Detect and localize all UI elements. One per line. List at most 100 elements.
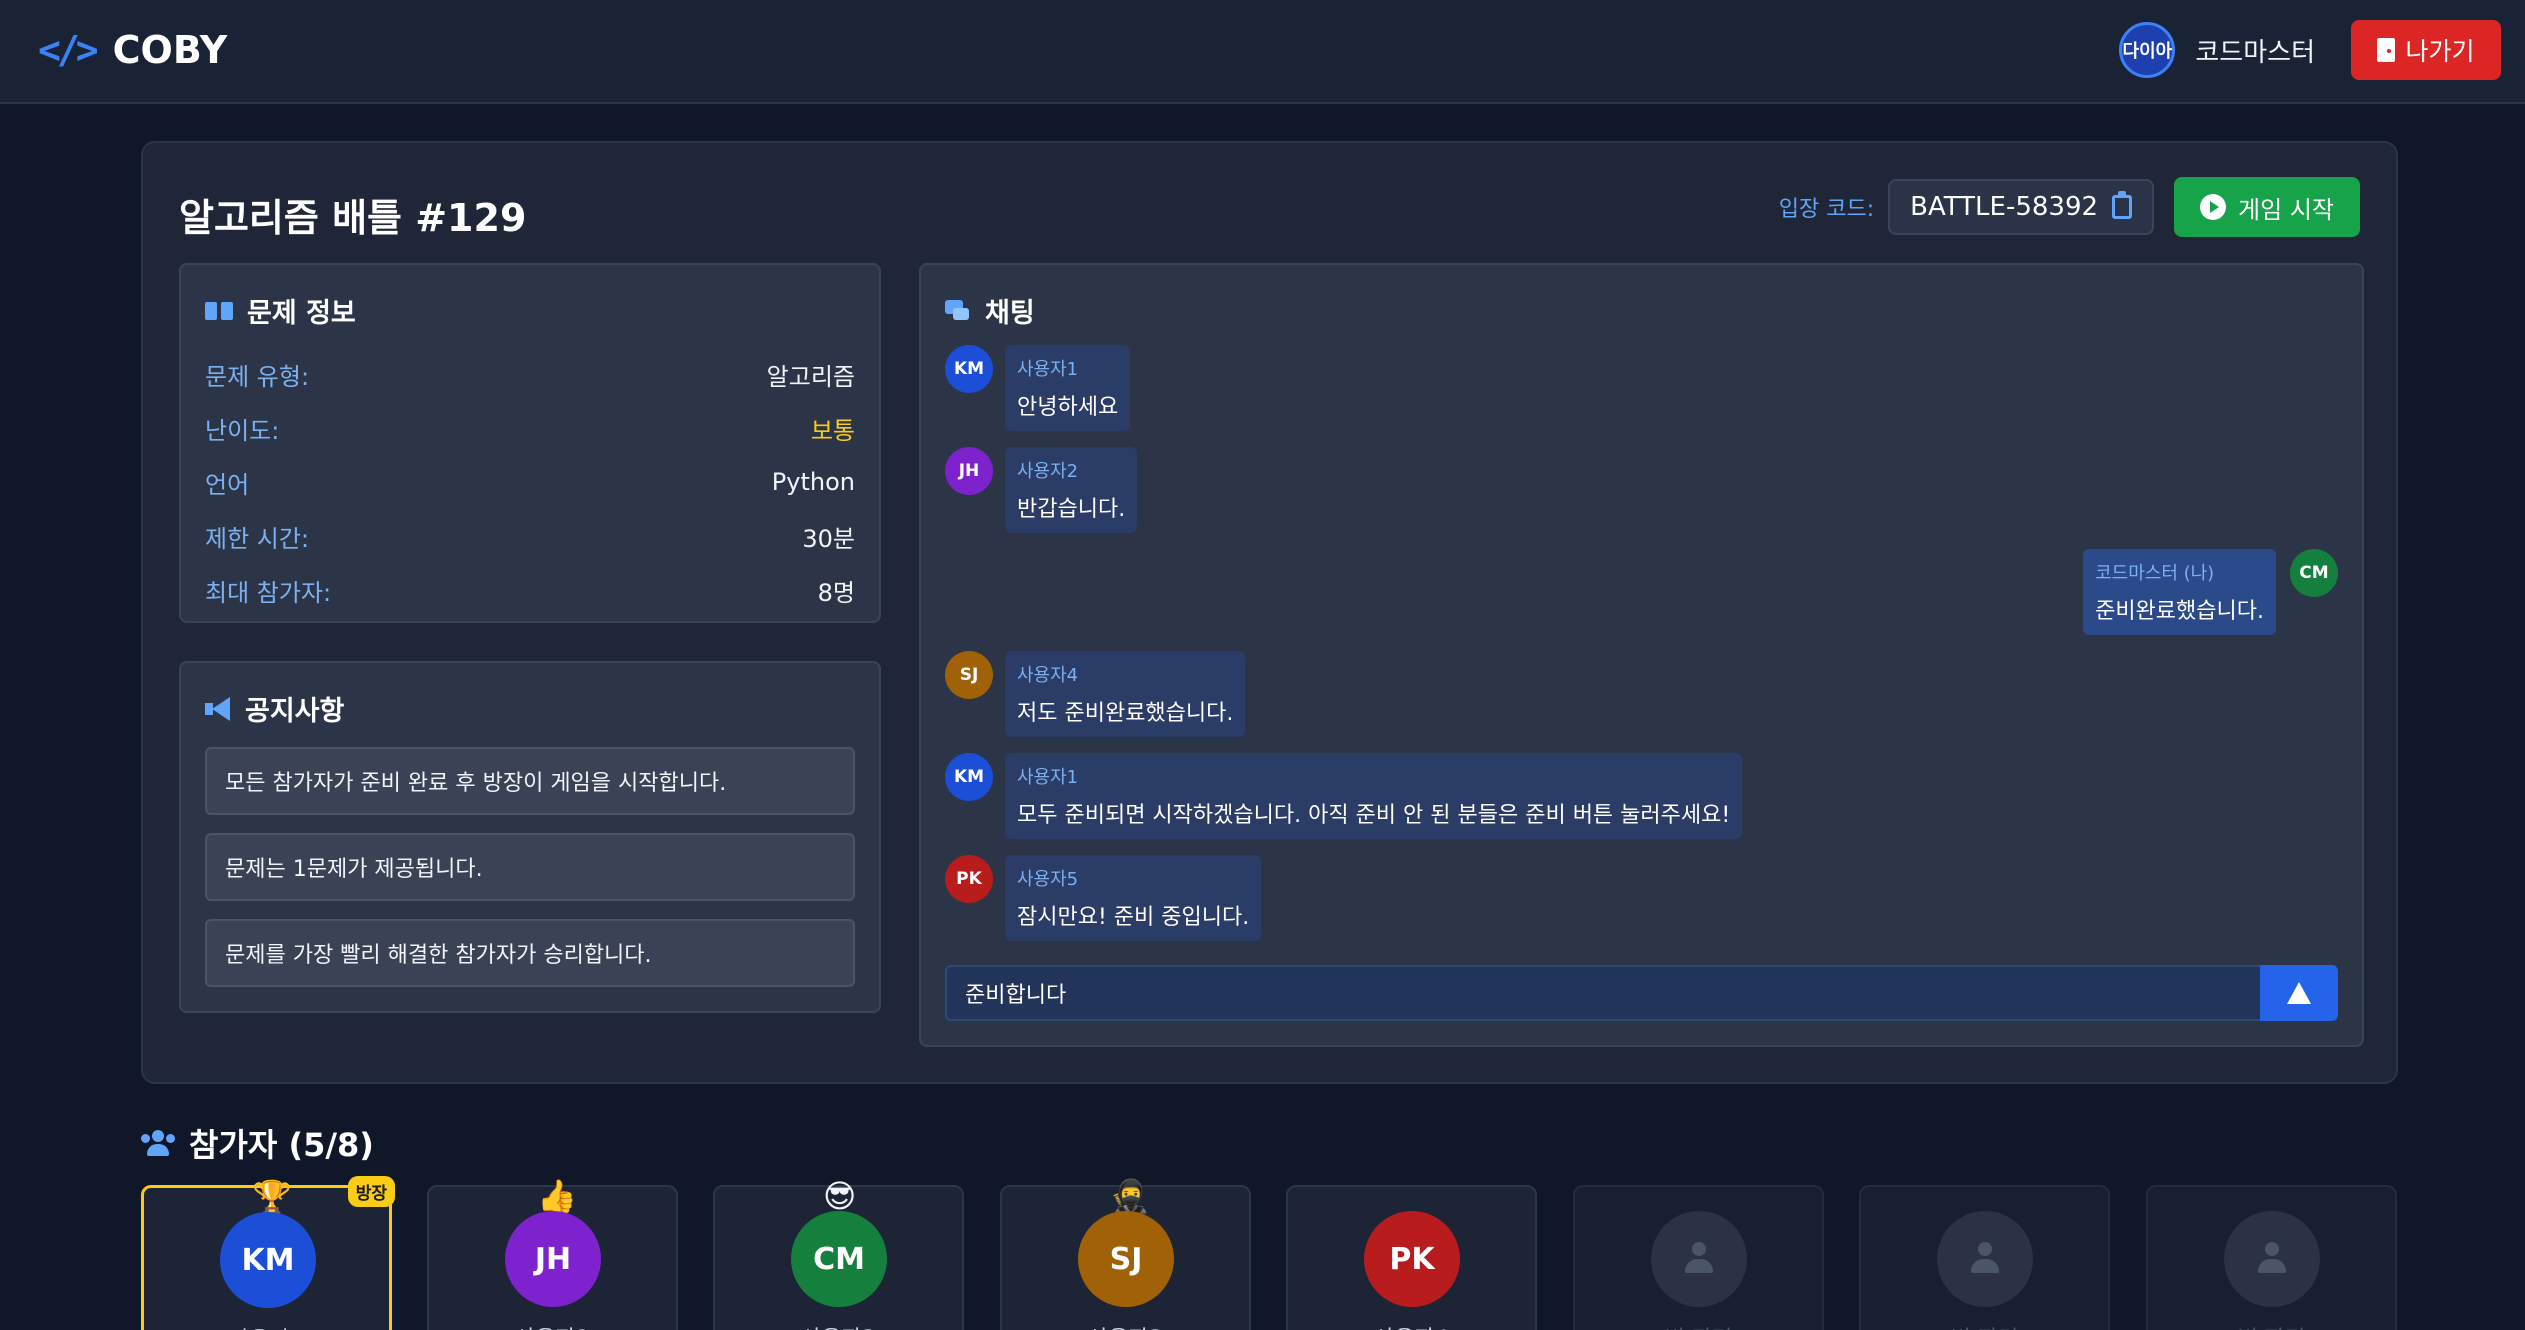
participant-avatar: SJ: [1078, 1211, 1174, 1307]
trophy-icon: 🏆: [252, 1178, 292, 1216]
info-value: 30분: [802, 524, 855, 553]
users-icon: [141, 1130, 175, 1156]
notice-list: 모든 참가자가 준비 완료 후 방장이 게임을 시작합니다. 문제는 1문제가 …: [205, 747, 855, 1005]
participant-card[interactable]: PK 사용자4: [1286, 1185, 1537, 1330]
message-text: 저도 준비완료했습니다.: [1017, 701, 1234, 726]
message-bubble: 사용자1 안녕하세요: [1005, 345, 1131, 431]
message-text: 잠시만요! 준비 중입니다.: [1017, 905, 1250, 930]
message-text: 반갑습니다.: [1017, 497, 1126, 522]
message-sender: 사용자1: [1017, 767, 1079, 788]
exit-icon: [2377, 38, 2396, 62]
chat-icon: [945, 299, 971, 322]
room-code-value: BATTLE-58392: [1910, 192, 2099, 222]
message-sender: 사용자5: [1017, 869, 1079, 890]
message-bubble: 사용자4 저도 준비완료했습니다.: [1005, 651, 1246, 737]
empty-slot-card: 빈 자리: [2146, 1185, 2397, 1330]
top-navbar: </> COBY 다이아 코드마스터 나가기: [0, 0, 2525, 104]
problem-info-heading: 문제 정보: [247, 298, 356, 329]
room-title: 알고리즘 배틀 #129: [179, 196, 527, 240]
start-game-label: 게임 시작: [2238, 195, 2334, 224]
chat-message: JH 사용자2 반갑습니다.: [945, 447, 1138, 533]
notice-title: 공지사항: [205, 689, 344, 728]
info-row-time-limit: 제한 시간: 30분: [205, 509, 855, 563]
message-avatar: KM: [945, 345, 993, 393]
ninja-icon: 🥷: [1110, 1177, 1150, 1215]
info-label: 난이도:: [205, 416, 280, 445]
message-avatar: CM: [2290, 549, 2338, 597]
info-label: 언어: [205, 470, 250, 499]
host-badge: 방장: [347, 1176, 395, 1207]
notice-card: 공지사항 모든 참가자가 준비 완료 후 방장이 게임을 시작합니다. 문제는 …: [179, 661, 881, 1013]
chat-message: PK 사용자5 잠시만요! 준비 중입니다.: [945, 855, 1262, 941]
room-code-label: 입장 코드:: [1778, 197, 1875, 222]
person-icon: [1682, 1242, 1716, 1276]
participant-name: 사용자4: [1288, 1321, 1535, 1330]
chat-message: KM 사용자1 모두 준비되면 시작하겠습니다. 아직 준비 안 된 분들은 준…: [945, 753, 1743, 839]
logo[interactable]: </> COBY: [38, 28, 227, 72]
message-text: 안녕하세요: [1017, 395, 1119, 420]
participants-title: 참가자 (5/8): [141, 1120, 374, 1166]
room-panel: 알고리즘 배틀 #129 입장 코드: BATTLE-58392 게임 시작 문…: [141, 141, 2398, 1084]
empty-avatar: [2224, 1211, 2320, 1307]
chat-input-area: [945, 965, 2338, 1021]
logo-text: COBY: [112, 28, 228, 72]
problem-info-card: 문제 정보 문제 유형: 알고리즘 난이도: 보통 언어 Python 제한 시…: [179, 263, 881, 623]
info-label: 제한 시간:: [205, 524, 310, 553]
copy-icon[interactable]: [2112, 191, 2133, 219]
notice-heading: 공지사항: [245, 696, 345, 727]
participant-avatar: PK: [1364, 1211, 1460, 1307]
info-label: 최대 참가자:: [205, 578, 332, 607]
info-row-type: 문제 유형: 알고리즘: [205, 347, 855, 401]
send-button[interactable]: [2260, 965, 2338, 1021]
message-text: 모두 준비되면 시작하겠습니다. 아직 준비 안 된 분들은 준비 버튼 눌러주…: [1017, 803, 1731, 828]
participant-card[interactable]: 👍 JH 사용자2: [427, 1177, 678, 1330]
chat-card: 채팅 KM 사용자1 안녕하세요 JH 사용자2 반갑습니다. CM 코드마스터…: [919, 263, 2364, 1047]
info-row-max-players: 최대 참가자: 8명: [205, 563, 855, 617]
message-bubble: 사용자2 반갑습니다.: [1005, 447, 1138, 533]
participant-avatar: CM: [791, 1211, 887, 1307]
sunglasses-icon: 😎: [823, 1177, 857, 1215]
send-icon: [2287, 982, 2311, 1004]
notice-item: 문제는 1문제가 제공됩니다.: [205, 833, 855, 901]
info-value: 알고리즘: [766, 362, 855, 391]
message-avatar: PK: [945, 855, 993, 903]
message-sender: 사용자2: [1017, 461, 1079, 482]
info-label: 문제 유형:: [205, 362, 310, 391]
chat-input[interactable]: [945, 965, 2260, 1021]
message-avatar: JH: [945, 447, 993, 495]
info-value: Python: [771, 468, 855, 496]
participant-name: 사용자3: [1002, 1321, 1249, 1330]
message-avatar: KM: [945, 753, 993, 801]
participant-name: 사용자2: [429, 1321, 676, 1330]
participant-name: 사용자1: [144, 1322, 389, 1330]
problem-info-rows: 문제 유형: 알고리즘 난이도: 보통 언어 Python 제한 시간: 30분…: [205, 347, 855, 617]
message-sender: 코드마스터 (나): [2095, 563, 2215, 584]
participants-heading: 참가자 (5/8): [189, 1126, 374, 1164]
exit-button[interactable]: 나가기: [2351, 20, 2501, 80]
start-game-button[interactable]: 게임 시작: [2174, 177, 2360, 237]
problem-info-title: 문제 정보: [205, 291, 356, 330]
chat-message: KM 사용자1 안녕하세요: [945, 345, 1131, 431]
message-bubble: 코드마스터 (나) 준비완료했습니다.: [2083, 549, 2276, 635]
participant-card[interactable]: 😎 CM 사용자3: [713, 1177, 964, 1330]
message-bubble: 사용자1 모두 준비되면 시작하겠습니다. 아직 준비 안 된 분들은 준비 버…: [1005, 753, 1743, 839]
exit-button-label: 나가기: [2405, 37, 2475, 66]
chat-message-mine: CM 코드마스터 (나) 준비완료했습니다.: [2083, 549, 2338, 635]
message-text: 준비완료했습니다.: [2095, 599, 2264, 624]
participant-card[interactable]: 🥷 SJ 사용자3: [1000, 1177, 1251, 1330]
megaphone-icon: [205, 696, 231, 721]
play-icon: [2200, 194, 2227, 220]
user-avatar[interactable]: 다이아: [2119, 22, 2176, 78]
empty-slot-card: 빈 자리: [1573, 1185, 1824, 1330]
empty-slot-label: 빈 자리: [1575, 1321, 1822, 1330]
participant-avatar: KM: [220, 1212, 316, 1308]
room-code-area: 입장 코드: BATTLE-58392 게임 시작: [1779, 177, 2360, 237]
empty-slot-card: 빈 자리: [1859, 1185, 2110, 1330]
room-code-box[interactable]: BATTLE-58392: [1888, 179, 2155, 235]
person-icon: [2255, 1242, 2289, 1276]
code-icon: </>: [38, 28, 99, 72]
participant-card[interactable]: 🏆 방장 KM 사용자1: [141, 1176, 395, 1330]
empty-avatar: [1651, 1211, 1747, 1307]
empty-slot-label: 빈 자리: [2148, 1321, 2395, 1330]
empty-slot-label: 빈 자리: [1861, 1321, 2108, 1330]
